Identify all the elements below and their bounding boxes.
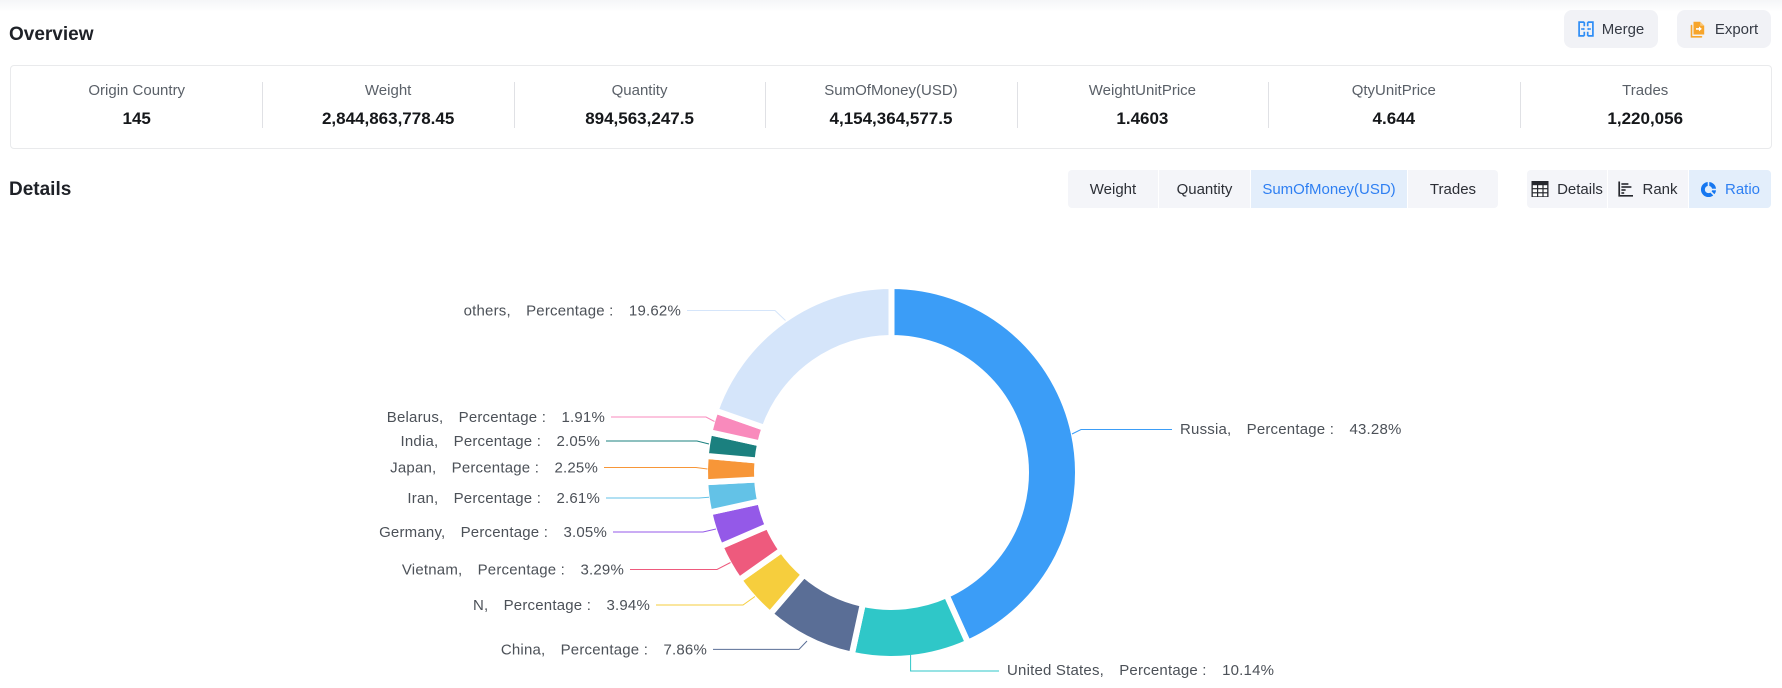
svg-text:Belarus, Percentage : 1.91%: Belarus, Percentage : 1.91% <box>387 409 605 426</box>
svg-text:Vietnam, Percentage : 3.29%: Vietnam, Percentage : 3.29% <box>402 562 624 579</box>
svg-text:N, Percentage : 3.94%: N, Percentage : 3.94% <box>473 597 650 614</box>
svg-text:China, Percentage : 7.86%: China, Percentage : 7.86% <box>501 641 707 658</box>
svg-text:Germany, Percentage : 3.05%: Germany, Percentage : 3.05% <box>379 524 607 541</box>
svg-text:United States, Percentage : 1: United States, Percentage : 10.14% <box>1007 662 1274 679</box>
svg-text:Iran, Percentage : 2.61%: Iran, Percentage : 2.61% <box>407 490 600 507</box>
svg-text:Russia, Percentage : 43.28%: Russia, Percentage : 43.28% <box>1180 421 1402 438</box>
svg-text:Japan, Percentage : 2.25%: Japan, Percentage : 2.25% <box>390 460 598 477</box>
svg-text:India, Percentage : 2.05%: India, Percentage : 2.05% <box>401 433 600 450</box>
svg-text:others, Percentage : 19.62%: others, Percentage : 19.62% <box>464 303 681 320</box>
